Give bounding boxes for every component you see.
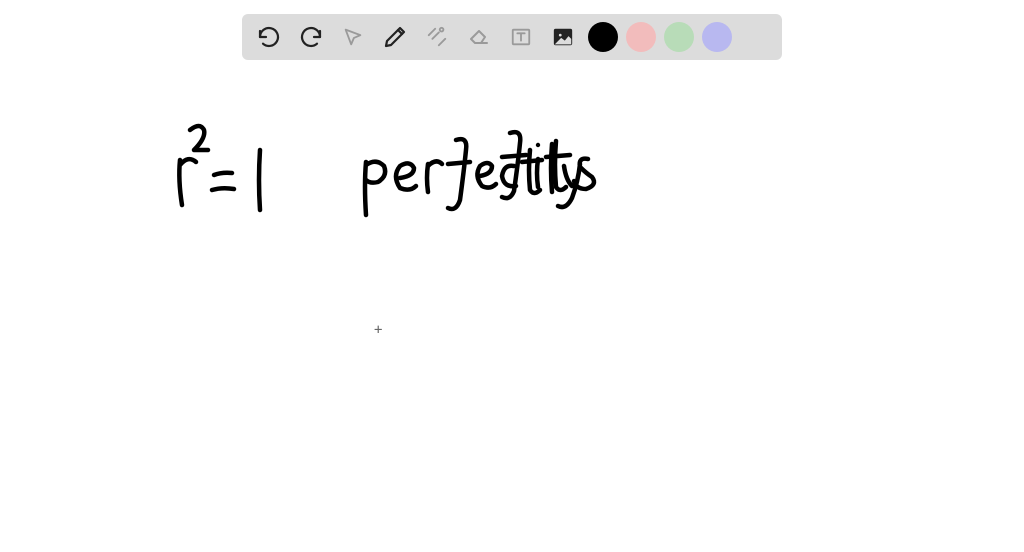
color-green[interactable]: [664, 22, 694, 52]
handwriting-note: [450, 115, 650, 205]
redo-icon: [299, 25, 323, 49]
color-pink[interactable]: [626, 22, 656, 52]
tools-icon: [426, 26, 448, 48]
text-button: [504, 20, 538, 54]
text-icon: [510, 26, 532, 48]
tools-button: [420, 20, 454, 54]
color-purple[interactable]: [702, 22, 732, 52]
undo-button[interactable]: [252, 20, 286, 54]
eraser-button: [462, 20, 496, 54]
drawing-toolbar: [242, 14, 782, 60]
cursor-crosshair: +: [374, 322, 382, 338]
pointer-button: [336, 20, 370, 54]
pencil-icon: [383, 25, 407, 49]
image-icon: [551, 26, 575, 48]
redo-button[interactable]: [294, 20, 328, 54]
drawing-canvas[interactable]: +: [0, 60, 1024, 552]
color-black[interactable]: [588, 22, 618, 52]
image-button[interactable]: [546, 20, 580, 54]
pointer-icon: [342, 26, 364, 48]
undo-icon: [257, 25, 281, 49]
pencil-button[interactable]: [378, 20, 412, 54]
eraser-icon: [467, 25, 491, 49]
